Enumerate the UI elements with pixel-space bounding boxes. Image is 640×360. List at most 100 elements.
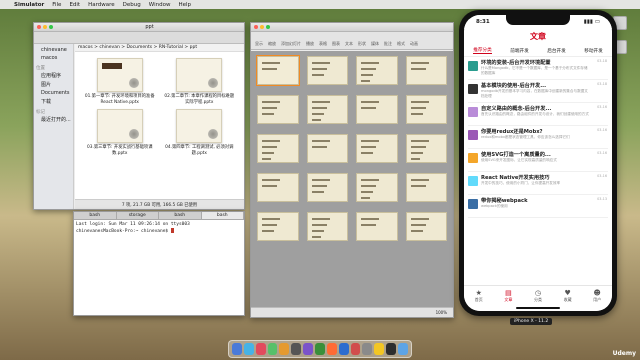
terminal-output[interactable]: Last login: Sun Mar 11 09:26:14 on ttys0…	[74, 220, 244, 238]
terminal-tab[interactable]: bash	[74, 212, 117, 219]
dock-app-icon[interactable]	[386, 343, 397, 355]
menu-hardware[interactable]: Hardware	[88, 2, 115, 8]
menu-help[interactable]: Help	[178, 2, 191, 8]
list-item[interactable]: 带你揭秘webpack webpack的使用 03-13	[468, 195, 608, 218]
tool-format[interactable]: 格式	[397, 41, 405, 47]
tool-play[interactable]: 播放	[306, 41, 314, 47]
terminal-tab-active[interactable]: bash	[201, 212, 244, 219]
menu-file[interactable]: File	[52, 2, 61, 8]
dock-app-icon[interactable]	[350, 343, 361, 355]
minimize-icon[interactable]	[43, 25, 47, 29]
dock-app-icon[interactable]	[374, 343, 385, 355]
file-item[interactable]: 01.第一章节: 开发环境和项目的准备 React Native.pptx	[83, 58, 157, 105]
slide-thumbnail[interactable]	[306, 95, 348, 124]
slide-thumbnail[interactable]	[405, 95, 447, 124]
zoom-icon[interactable]	[266, 25, 270, 29]
sidebar-item-pictures[interactable]: 图片	[36, 80, 71, 89]
file-item[interactable]: 02.第二章节: 本章作课程的目标难题实际学程.pptx	[163, 58, 237, 105]
keynote-zoom[interactable]: 100%	[251, 307, 453, 317]
slide-thumbnail[interactable]	[306, 56, 348, 85]
tabbar-item[interactable]: ♥ 收藏	[564, 289, 572, 311]
slide-thumbnail[interactable]	[306, 134, 348, 163]
dock-app-icon[interactable]	[243, 343, 254, 355]
menu-window[interactable]: Window	[149, 2, 171, 8]
slide-thumbnail[interactable]	[257, 212, 299, 241]
terminal-tab[interactable]: storage	[117, 212, 159, 219]
slide-thumbnail[interactable]	[356, 134, 398, 163]
dock-app-icon[interactable]	[398, 343, 408, 355]
slide-thumbnail[interactable]	[257, 134, 299, 163]
tool-add-slide[interactable]: 添加幻灯片	[281, 41, 301, 47]
dock-app-icon[interactable]	[291, 343, 302, 355]
file-item[interactable]: 04.第四章节: 工程调测试, 必须对调题.pptx	[163, 109, 237, 156]
dock-app-icon[interactable]	[362, 343, 373, 355]
list-item[interactable]: 环境的变装-后台开发环境配置 什么是Mongodb，它不是一个数据库，是一个基于分…	[468, 57, 608, 80]
sidebar-item-macos[interactable]: macos	[36, 54, 71, 62]
breadcrumb[interactable]: macos > chinevan > Documents > RN-Tutori…	[75, 44, 244, 52]
sidebar-item-recent[interactable]: 最近打开的...	[36, 115, 71, 124]
tabbar-icon: ☻	[593, 289, 601, 297]
cursor	[170, 228, 174, 234]
dock-app-icon[interactable]	[267, 343, 278, 355]
tool-text[interactable]: 文本	[345, 41, 353, 47]
tab-recommended[interactable]: 推荐分类	[473, 47, 492, 54]
list-item[interactable]: 基本模块的使用-后台开发... mongodb开发的基本学习内容，在数据库中创建新…	[468, 80, 608, 103]
dock-app-icon[interactable]	[232, 343, 242, 355]
slide-thumbnail[interactable]	[405, 212, 447, 241]
article-date: 03-16	[597, 105, 607, 109]
file-item[interactable]: 03.第三章节: 开发实战行基础项课数.pptx	[83, 109, 157, 156]
slide-thumbnail[interactable]	[257, 95, 299, 124]
dock-app-icon[interactable]	[338, 343, 349, 355]
slide-thumbnail[interactable]	[405, 56, 447, 85]
keynote-titlebar[interactable]	[251, 23, 453, 32]
dock-app-icon[interactable]	[315, 343, 325, 355]
list-item[interactable]: 你要用redux还是Mobx? redux和mobx都是状态管理工具，你应该怎么选…	[468, 126, 608, 149]
slide-thumbnail[interactable]	[256, 55, 300, 86]
dock-app-icon[interactable]	[279, 343, 290, 355]
tool-zoom[interactable]: 缩放	[268, 41, 276, 47]
menu-edit[interactable]: Edit	[69, 2, 80, 8]
tool-comment[interactable]: 批注	[384, 41, 392, 47]
slide-thumbnail[interactable]	[356, 212, 398, 241]
sidebar-item-downloads[interactable]: 下载	[36, 97, 71, 106]
tabbar-item[interactable]: ☻ 用户	[593, 289, 601, 311]
tab-backend[interactable]: 后台开发	[547, 48, 565, 54]
dock-app-icon[interactable]	[326, 343, 337, 355]
zoom-icon[interactable]	[49, 25, 53, 29]
tab-mobile[interactable]: 移动开发	[584, 48, 602, 54]
minimize-icon[interactable]	[260, 25, 264, 29]
close-icon[interactable]	[254, 25, 258, 29]
tabbar-item[interactable]: ★ 首页	[475, 289, 483, 311]
dock-app-icon[interactable]	[255, 343, 266, 355]
dock-app-icon[interactable]	[303, 343, 314, 355]
slide-thumbnail[interactable]	[257, 173, 299, 202]
slide-thumbnail[interactable]	[306, 173, 348, 202]
tabbar-icon: ▤	[505, 289, 512, 297]
slide-thumbnail[interactable]	[356, 56, 398, 85]
tabbar-item[interactable]: ▤ 文章	[504, 289, 512, 311]
sidebar-item-applications[interactable]: 应用程序	[36, 71, 71, 80]
list-item[interactable]: 使用SVG打造一个离质量的... 使用SVG来开发图标，让它实现高质量的响应式 03…	[468, 149, 608, 172]
slide-thumbnail[interactable]	[405, 134, 447, 163]
menu-app-name[interactable]: Simulator	[14, 2, 44, 8]
close-icon[interactable]	[37, 25, 41, 29]
sidebar-item-chinevane[interactable]: chinevane	[36, 46, 71, 54]
tool-media[interactable]: 媒体	[371, 41, 379, 47]
slide-thumbnail[interactable]	[405, 173, 447, 202]
terminal-window[interactable]: bash storage bash bash Last login: Sun M…	[73, 211, 245, 316]
slide-thumbnail[interactable]	[356, 173, 398, 202]
menu-debug[interactable]: Debug	[123, 2, 141, 8]
slide-thumbnail[interactable]	[356, 95, 398, 124]
tool-view[interactable]: 显示	[255, 41, 263, 47]
terminal-tab[interactable]: bash	[159, 212, 202, 219]
list-item[interactable]: 自定义路由的概念-后台开发... 首先认识路由的概念，路由组件的开发与设计，我们创…	[468, 103, 608, 126]
slide-thumbnail[interactable]	[306, 212, 348, 241]
finder-titlebar[interactable]: ppt	[34, 23, 244, 32]
list-item[interactable]: React Native开发实用技巧 开发中的技巧，使用的小窍门，让你提高开发效率…	[468, 172, 608, 195]
tool-table[interactable]: 表格	[319, 41, 327, 47]
tool-animate[interactable]: 动画	[410, 41, 418, 47]
tool-shape[interactable]: 形状	[358, 41, 366, 47]
tool-chart[interactable]: 图表	[332, 41, 340, 47]
tab-frontend[interactable]: 前端开发	[510, 48, 528, 54]
sidebar-item-documents[interactable]: Documents	[36, 89, 71, 97]
